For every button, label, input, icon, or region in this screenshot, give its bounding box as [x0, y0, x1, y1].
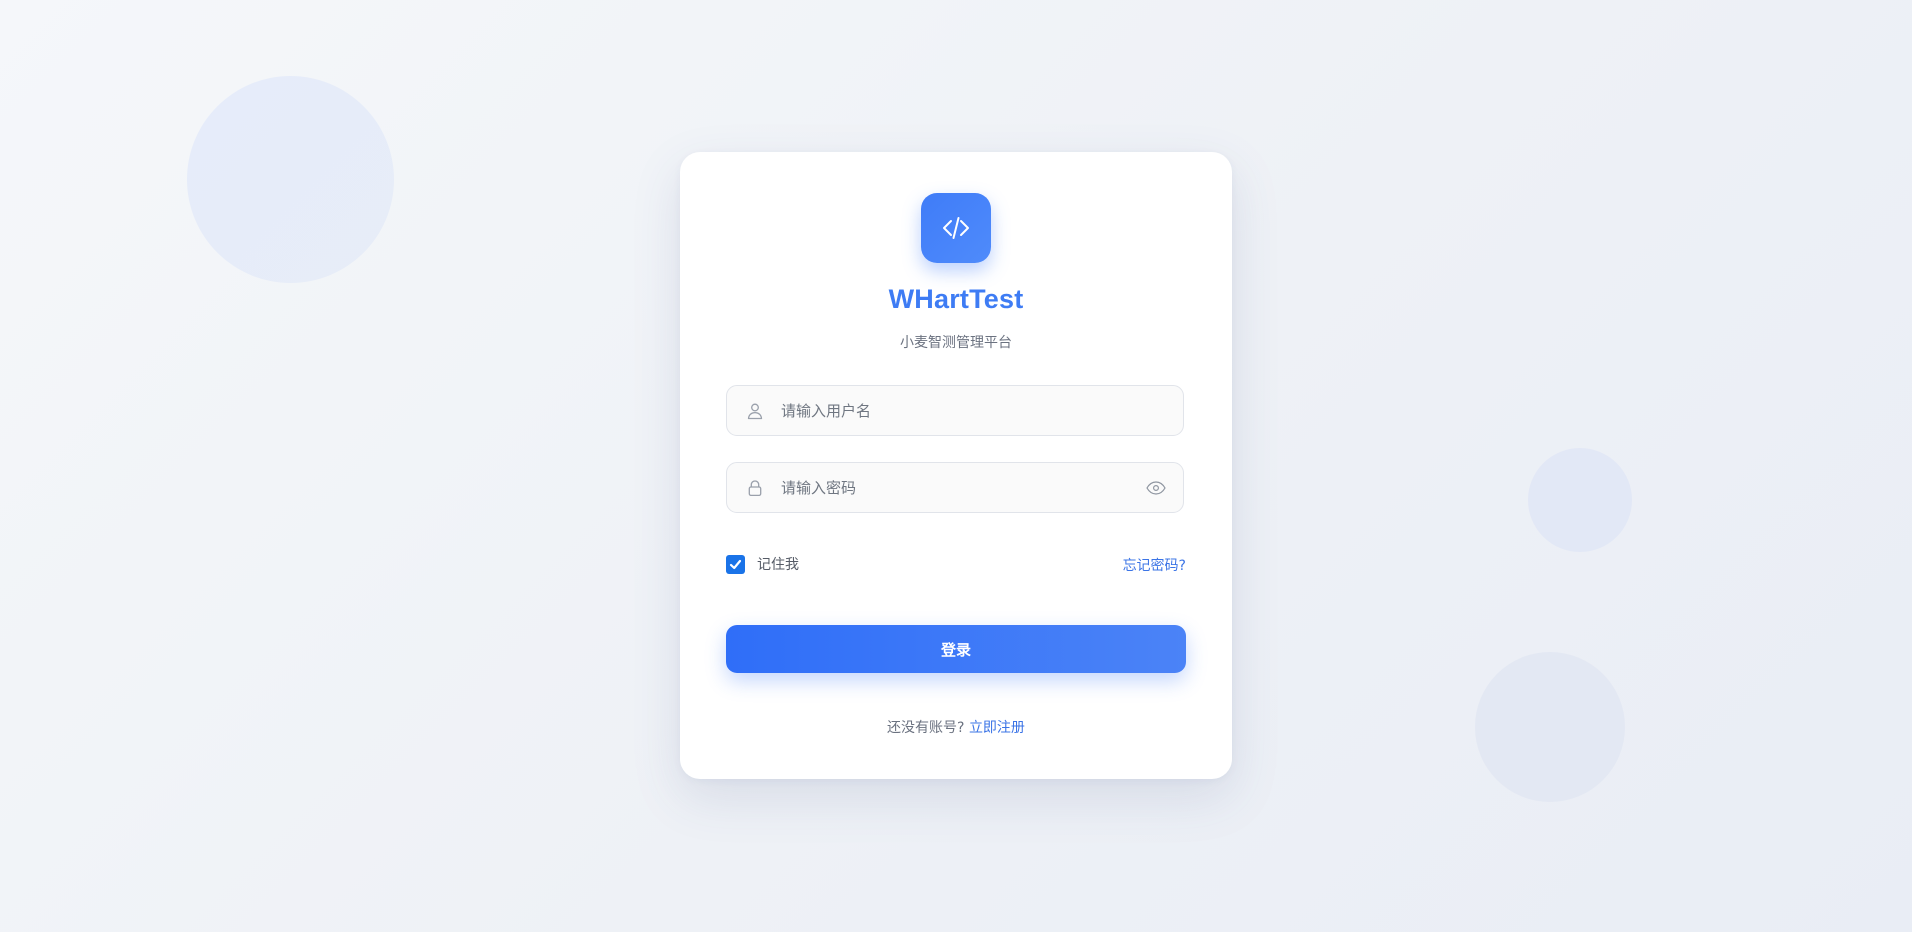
forgot-password-link[interactable]: 忘记密码?	[1123, 555, 1186, 575]
decorative-circle-top-left	[187, 76, 394, 283]
eye-icon[interactable]	[1145, 477, 1167, 499]
check-icon	[729, 559, 742, 569]
password-field[interactable]	[726, 462, 1184, 513]
app-subtitle: 小麦智测管理平台	[900, 335, 1012, 351]
user-icon	[745, 401, 765, 421]
remember-label: 记住我	[757, 557, 799, 573]
password-input[interactable]	[781, 463, 1145, 512]
register-prompt-text: 还没有账号?	[887, 720, 965, 736]
username-field[interactable]	[726, 385, 1184, 436]
lock-icon	[745, 478, 765, 498]
app-logo	[921, 193, 991, 263]
code-icon	[939, 211, 973, 245]
decorative-circle-bottom-right	[1475, 652, 1625, 802]
remember-me[interactable]: 记住我	[726, 554, 799, 574]
remember-checkbox[interactable]	[726, 554, 745, 574]
register-prompt: 还没有账号? 立即注册	[680, 717, 1232, 737]
username-input[interactable]	[781, 386, 1183, 435]
app-title: WHartTest	[888, 284, 1024, 314]
decorative-circle-right	[1528, 448, 1632, 552]
register-link[interactable]: 立即注册	[969, 720, 1025, 736]
login-card: WHartTest 小麦智测管理平台 请输入用户名 记住我 忘记密码? 登录 还…	[680, 152, 1232, 779]
login-button[interactable]: 登录	[726, 625, 1186, 673]
